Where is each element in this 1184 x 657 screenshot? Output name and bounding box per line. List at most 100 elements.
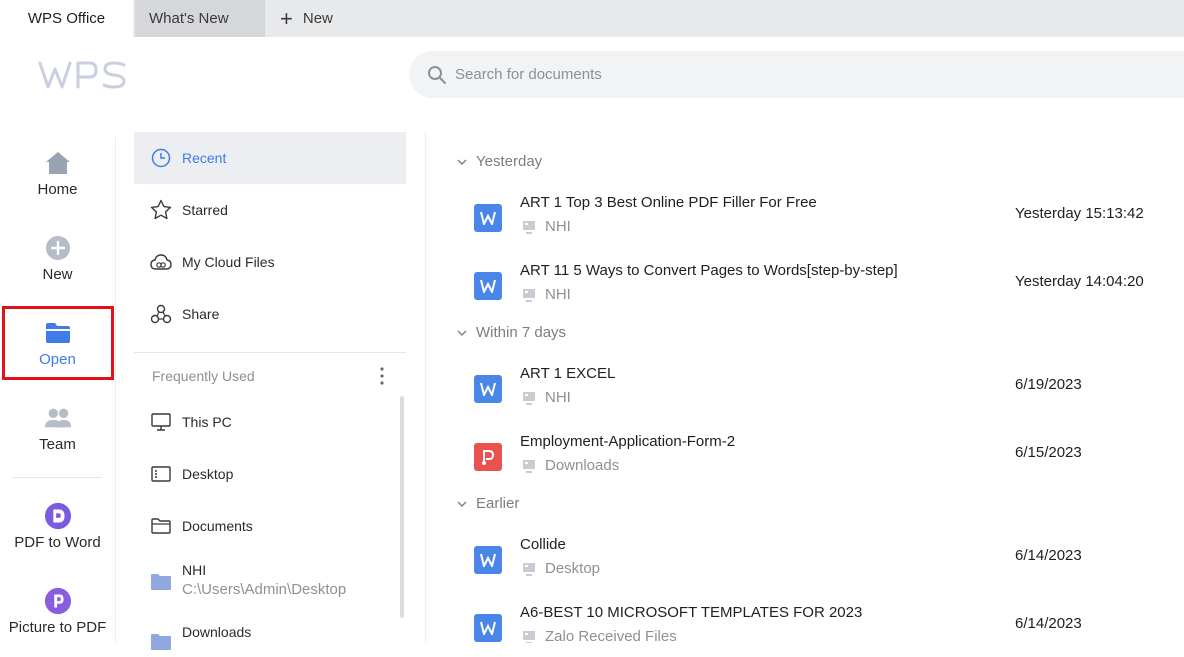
word-doc-icon xyxy=(474,204,502,232)
folder-filled-icon xyxy=(150,632,172,654)
location-this-pc[interactable]: This PC xyxy=(150,406,232,434)
word-doc-icon xyxy=(474,546,502,574)
search-bar[interactable] xyxy=(409,51,1184,98)
location-label: This PC xyxy=(182,414,232,430)
cloud-icon xyxy=(150,251,172,273)
file-location: Zalo Received Files xyxy=(522,628,677,643)
search-icon xyxy=(428,65,446,84)
location-label: Desktop xyxy=(182,466,234,482)
file-name: ART 1 EXCEL xyxy=(520,365,616,382)
share-icon xyxy=(150,303,172,325)
sidebar-item-cloud[interactable]: My Cloud Files xyxy=(134,236,406,288)
file-name: Collide xyxy=(520,536,566,553)
tab-wps-office[interactable]: WPS Office xyxy=(0,0,133,37)
desktop-icon xyxy=(150,464,172,486)
group-earlier[interactable]: Earlier xyxy=(456,495,519,512)
file-location: Desktop xyxy=(522,560,600,577)
group-yesterday[interactable]: Yesterday xyxy=(456,153,542,170)
nav-picture-to-pdf[interactable]: Picture to PDF xyxy=(0,574,115,648)
plus-icon: + xyxy=(280,5,293,31)
file-row[interactable]: ART 1 EXCEL NHI 6/19/2023 xyxy=(426,365,1184,427)
location-icon xyxy=(523,459,535,473)
file-date: 6/14/2023 xyxy=(1015,615,1082,632)
chevron-down-icon xyxy=(457,159,467,165)
nav-home[interactable]: Home xyxy=(0,136,115,210)
location-documents[interactable]: Documents xyxy=(150,510,253,538)
divider xyxy=(115,137,116,643)
nav-label: Picture to PDF xyxy=(8,618,107,636)
file-location-text: NHI xyxy=(545,389,571,406)
pdf-to-word-icon xyxy=(44,502,72,530)
search-input[interactable] xyxy=(455,66,1055,83)
chevron-down-icon xyxy=(457,501,467,507)
location-icon xyxy=(523,562,535,576)
tab-label: WPS Office xyxy=(27,10,106,27)
monitor-icon xyxy=(150,412,172,434)
file-location-text: NHI xyxy=(545,218,571,235)
group-within-7-days[interactable]: Within 7 days xyxy=(456,324,566,341)
sidebar-item-label: Share xyxy=(182,306,220,322)
sidebar-item-recent[interactable]: Recent xyxy=(134,132,406,184)
group-label: Earlier xyxy=(476,495,520,512)
nav-divider xyxy=(12,477,102,478)
location-icon xyxy=(523,220,535,234)
nav-label: PDF to Word xyxy=(14,533,101,551)
tab-whats-new[interactable]: What's New xyxy=(135,0,265,37)
nav-pdf-to-word[interactable]: PDF to Word xyxy=(0,489,115,563)
word-doc-icon xyxy=(474,375,502,403)
file-location: NHI xyxy=(522,389,571,406)
location-nhi[interactable]: NHI C:\Users\Admin\Desktop xyxy=(150,560,346,598)
location-icon xyxy=(523,630,535,643)
file-location-text: Desktop xyxy=(545,560,601,577)
team-icon xyxy=(44,404,72,432)
sidebar-scrollbar[interactable] xyxy=(400,396,404,618)
wps-logo xyxy=(38,61,126,89)
file-location-text: NHI xyxy=(545,286,571,303)
frequently-used-heading: Frequently Used xyxy=(152,368,255,384)
file-row[interactable]: ART 1 Top 3 Best Online PDF Filler For F… xyxy=(426,194,1184,256)
sidebar-item-share[interactable]: Share xyxy=(134,288,406,340)
sidebar-item-label: Starred xyxy=(182,202,228,218)
file-name: Employment-Application-Form-2 xyxy=(520,433,736,450)
word-doc-icon xyxy=(474,614,502,642)
open-highlight-box xyxy=(2,306,114,380)
file-date: Yesterday 14:04:20 xyxy=(1015,273,1144,290)
new-tab-button[interactable]: + New xyxy=(280,0,370,37)
tab-bar: WPS Office What's New + New xyxy=(0,0,1184,37)
file-date: 6/14/2023 xyxy=(1015,547,1082,564)
nav-label: Team xyxy=(39,435,76,453)
group-label: Within 7 days xyxy=(476,324,567,341)
folder-filled-icon xyxy=(150,572,172,594)
pdf-doc-icon xyxy=(474,443,502,471)
new-tab-label: New xyxy=(302,10,333,27)
file-date: 6/15/2023 xyxy=(1015,444,1082,461)
file-row[interactable]: ART 11 5 Ways to Convert Pages to Words[… xyxy=(426,262,1184,324)
sidebar-item-starred[interactable]: Starred xyxy=(134,184,406,236)
nav-label: New xyxy=(42,265,73,283)
location-label: Downloads xyxy=(182,624,252,640)
nav-label: Home xyxy=(37,180,78,198)
file-location: NHI xyxy=(522,286,571,303)
folder-outline-icon xyxy=(150,516,172,538)
location-label: Documents xyxy=(182,518,253,534)
location-path: C:\Users\Admin\Desktop xyxy=(182,581,347,598)
chevron-down-icon xyxy=(457,330,467,336)
file-location-text: Downloads xyxy=(545,457,620,474)
group-label: Yesterday xyxy=(476,153,543,170)
location-desktop[interactable]: Desktop xyxy=(150,458,233,486)
nav-team[interactable]: Team xyxy=(0,391,115,465)
tab-label: What's New xyxy=(149,10,229,27)
file-name: ART 11 5 Ways to Convert Pages to Words[… xyxy=(520,262,898,279)
open-sidebar: Recent Starred My Cloud Files Share Freq… xyxy=(134,132,406,650)
file-row[interactable]: Collide Desktop 6/14/2023 xyxy=(426,536,1184,598)
word-doc-icon xyxy=(474,272,502,300)
clock-icon xyxy=(150,147,172,169)
file-row[interactable]: Employment-Application-Form-2 Downloads … xyxy=(426,433,1184,495)
file-location: Downloads xyxy=(522,457,619,474)
more-options-icon[interactable] xyxy=(378,366,386,386)
location-downloads[interactable]: Downloads xyxy=(150,620,251,654)
file-row[interactable]: A6-BEST 10 MICROSOFT TEMPLATES FOR 2023 … xyxy=(426,604,1184,643)
nav-new[interactable]: New xyxy=(0,221,115,295)
star-icon xyxy=(150,199,172,221)
file-location: NHI xyxy=(522,218,571,235)
